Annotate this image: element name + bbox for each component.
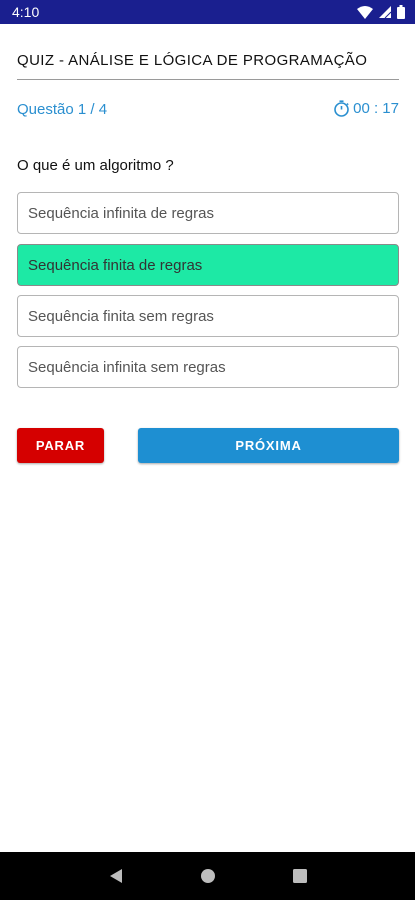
answer-option-label: Sequência finita sem regras bbox=[28, 307, 214, 325]
answer-option-4[interactable]: Sequência infinita sem regras bbox=[17, 346, 399, 388]
answer-option-label: Sequência infinita de regras bbox=[28, 204, 214, 222]
status-time: 4:10 bbox=[12, 4, 40, 20]
question-counter: Questão 1 / 4 bbox=[17, 101, 108, 118]
recents-icon[interactable] bbox=[292, 869, 307, 883]
answer-option-1[interactable]: Sequência infinita de regras bbox=[17, 192, 399, 234]
answer-option-label: Sequência infinita sem regras bbox=[28, 358, 226, 376]
wifi-icon bbox=[357, 5, 373, 19]
timer: 00 : 17 bbox=[333, 100, 399, 117]
navigation-bar bbox=[0, 852, 415, 900]
quiz-title: QUIZ - ANÁLISE E LÓGICA DE PROGRAMAÇÃO bbox=[17, 52, 368, 69]
home-icon[interactable] bbox=[200, 868, 216, 884]
signal-icon bbox=[379, 6, 391, 18]
answer-option-3[interactable]: Sequência finita sem regras bbox=[17, 295, 399, 337]
back-icon[interactable] bbox=[109, 868, 123, 884]
status-bar: 4:10 bbox=[0, 0, 415, 24]
stop-button[interactable]: PARAR bbox=[17, 428, 104, 463]
battery-icon bbox=[397, 5, 405, 19]
answer-option-2[interactable]: Sequência finita de regras bbox=[17, 244, 399, 286]
title-divider bbox=[17, 79, 399, 80]
stopwatch-icon bbox=[333, 100, 350, 117]
answer-option-label: Sequência finita de regras bbox=[28, 256, 203, 274]
status-icons bbox=[357, 5, 405, 19]
question-text: O que é um algoritmo ? bbox=[17, 157, 174, 174]
next-button[interactable]: PRÓXIMA bbox=[138, 428, 399, 463]
timer-value: 00 : 17 bbox=[353, 100, 399, 117]
